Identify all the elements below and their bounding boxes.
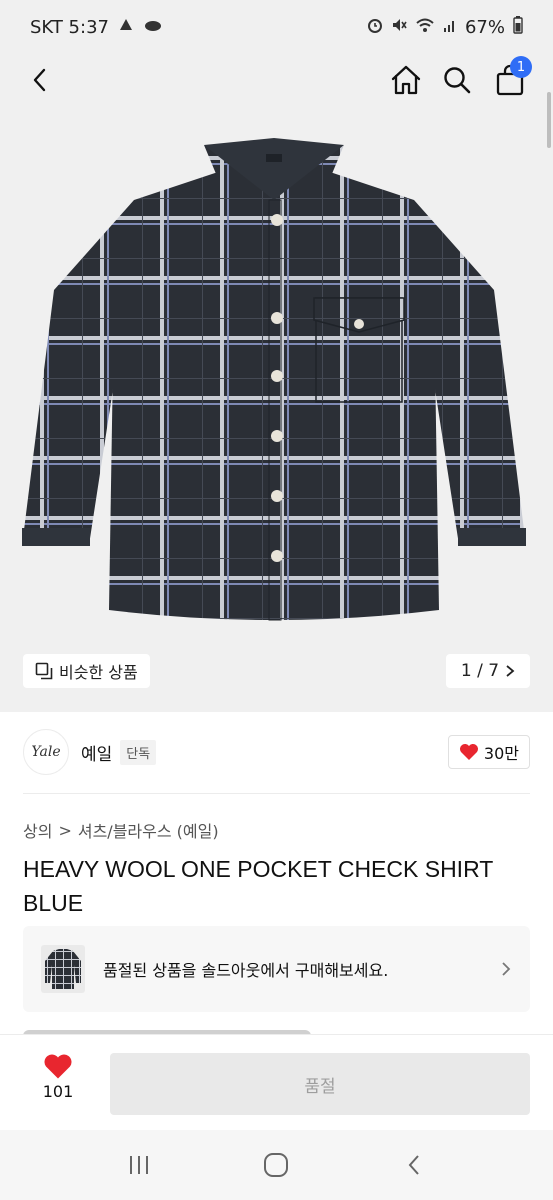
brand-like-button[interactable]: 30만 bbox=[447, 735, 530, 769]
breadcrumb-separator: > bbox=[58, 820, 72, 840]
heart-icon bbox=[44, 1054, 72, 1079]
home-icon bbox=[391, 65, 421, 95]
home-circle-icon bbox=[264, 1153, 289, 1177]
battery-icon bbox=[513, 15, 523, 39]
wishlist-count: 101 bbox=[42, 1082, 74, 1101]
search-button[interactable] bbox=[437, 60, 477, 100]
product-image-gallery[interactable]: SKT 5:37 67% 1 비슷한 상품 1 / 7 bbox=[0, 0, 553, 712]
search-icon bbox=[444, 67, 471, 94]
product-title: HEAVY WOOL ONE POCKET CHECK SHIRT BLUE bbox=[23, 856, 493, 916]
cart-count-badge: 1 bbox=[510, 56, 532, 78]
image-pager[interactable]: 1 / 7 bbox=[446, 654, 530, 688]
back-arrow-icon bbox=[408, 1155, 419, 1175]
brand-logo[interactable]: Yale bbox=[23, 729, 69, 775]
top-navigation: 1 bbox=[0, 54, 553, 104]
brand-like-count: 30만 bbox=[483, 744, 519, 763]
divider bbox=[23, 793, 530, 794]
carrier-time: SKT 5:37 bbox=[30, 16, 109, 38]
notification-icon bbox=[117, 16, 135, 39]
status-bar: SKT 5:37 67% bbox=[0, 0, 553, 54]
breadcrumb-subcategory[interactable]: 셔츠/블라우스 (예일) bbox=[78, 818, 219, 842]
cart-button[interactable]: 1 bbox=[490, 56, 532, 100]
alarm-icon bbox=[367, 17, 383, 38]
similar-products-button[interactable]: 비슷한 상품 bbox=[23, 654, 150, 688]
brand-row: Yale 예일 단독 30만 bbox=[23, 728, 530, 776]
similar-products-label: 비슷한 상품 bbox=[59, 663, 138, 682]
wifi-icon bbox=[415, 17, 435, 38]
buy-button-soldout[interactable]: 품절 bbox=[110, 1053, 530, 1115]
home-button[interactable] bbox=[386, 60, 426, 100]
chevron-right-icon bbox=[502, 962, 511, 976]
battery-text: 67% bbox=[464, 16, 505, 38]
back-button[interactable] bbox=[20, 60, 60, 100]
chevron-right-icon bbox=[506, 665, 515, 677]
chevron-left-icon bbox=[33, 68, 46, 92]
system-navigation-bar bbox=[0, 1130, 553, 1200]
back-system-button[interactable] bbox=[394, 1145, 434, 1185]
signal-icon bbox=[443, 17, 457, 38]
cloud-icon bbox=[143, 17, 163, 38]
soldout-marketplace-link[interactable]: 품절된 상품을 솔드아웃에서 구매해보세요. bbox=[23, 926, 530, 1012]
brand-name[interactable]: 예일 bbox=[81, 740, 112, 765]
exclusive-badge: 단독 bbox=[120, 739, 157, 765]
wishlist-button[interactable]: 101 bbox=[30, 1053, 86, 1101]
scrollbar[interactable] bbox=[547, 92, 551, 148]
copy-icon bbox=[35, 662, 53, 680]
recent-apps-button[interactable] bbox=[119, 1145, 159, 1185]
recent-apps-icon bbox=[129, 1156, 148, 1174]
pager-text: 1 / 7 bbox=[460, 661, 500, 681]
breadcrumb: 상의 > 셔츠/블라우스 (예일) bbox=[23, 818, 219, 842]
soldout-notice-text: 품절된 상품을 솔드아웃에서 구매해보세요. bbox=[103, 961, 389, 980]
bottom-action-bar: 101 품절 bbox=[0, 1034, 553, 1130]
breadcrumb-category[interactable]: 상의 bbox=[23, 818, 52, 842]
heart-icon bbox=[459, 744, 478, 760]
mute-icon bbox=[391, 17, 407, 38]
product-image bbox=[22, 138, 526, 621]
product-thumbnail bbox=[41, 945, 85, 993]
home-system-button[interactable] bbox=[256, 1145, 296, 1185]
